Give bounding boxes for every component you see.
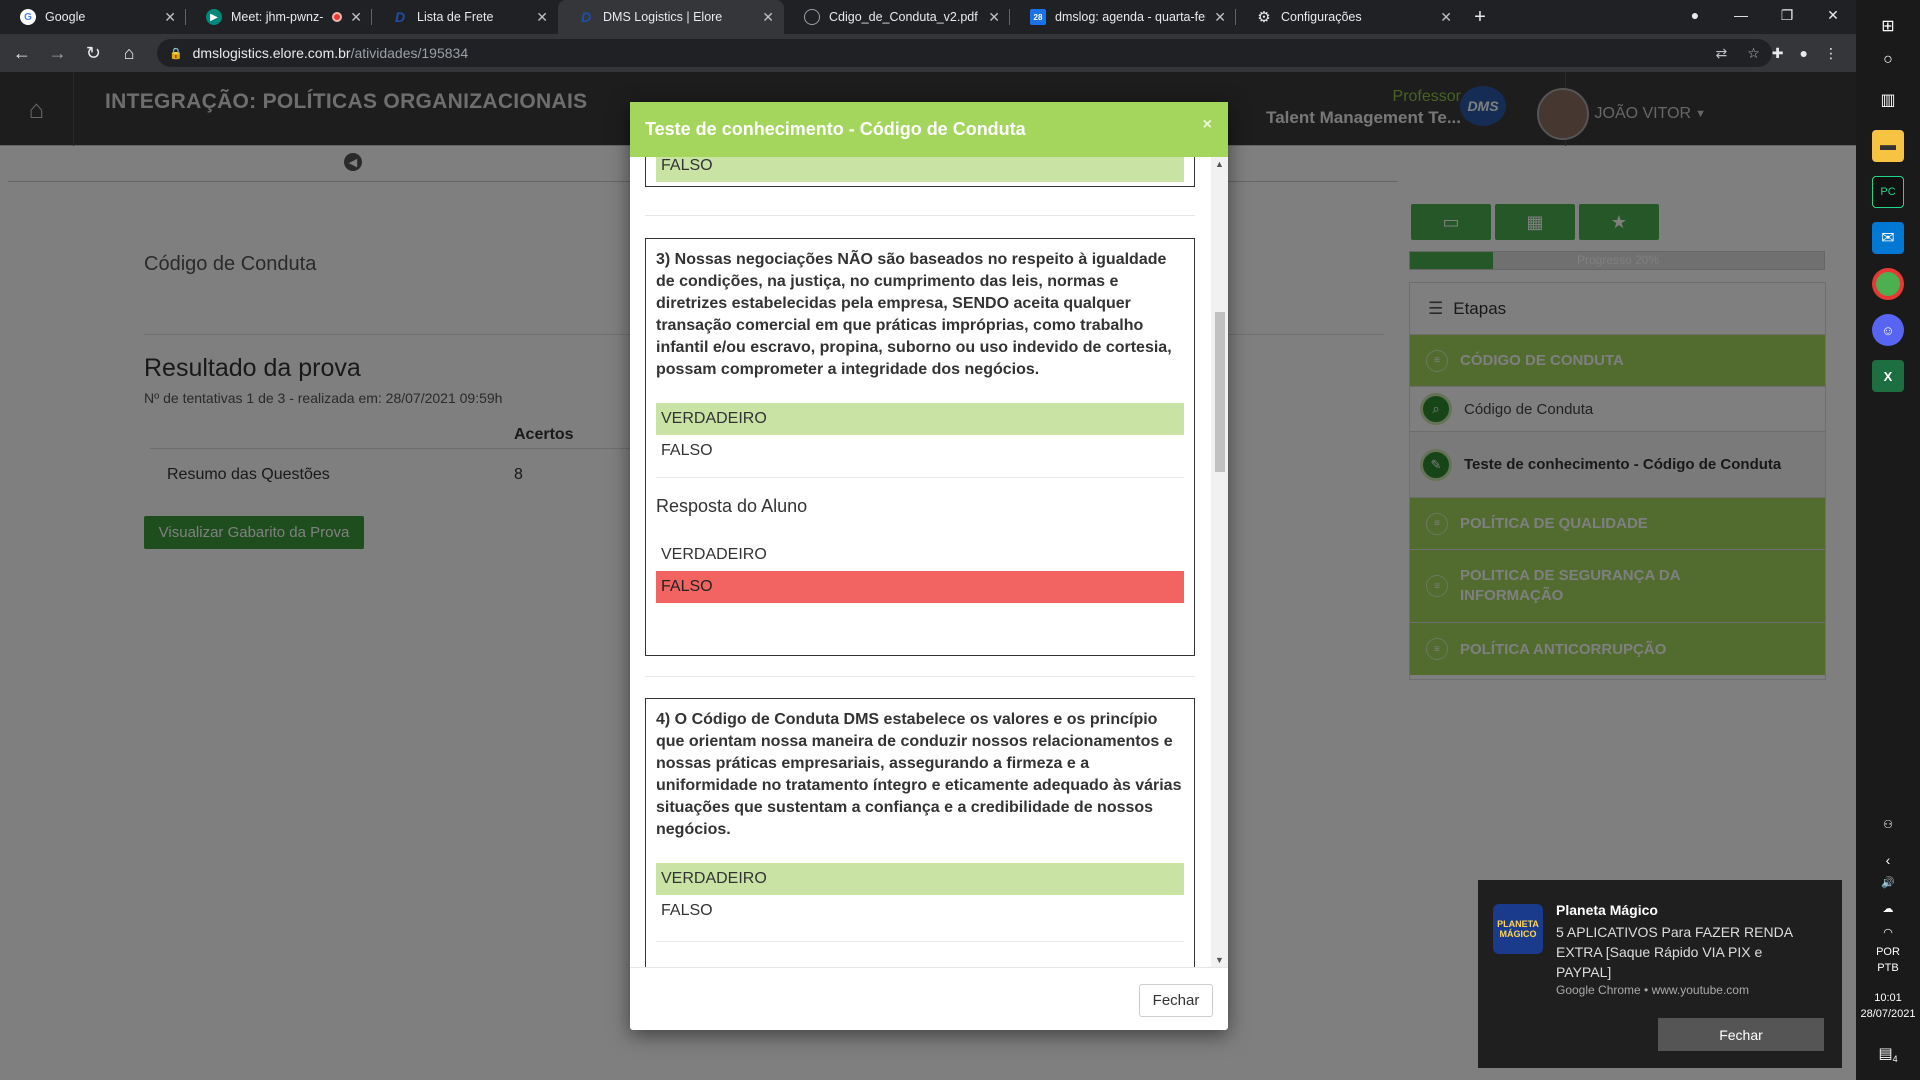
student-option-wrong: FALSO	[656, 571, 1184, 603]
close-tab-icon[interactable]: ✕	[350, 9, 362, 26]
window-controls: ● — ❐ ✕	[1672, 0, 1856, 34]
reload-button[interactable]: ↻	[79, 43, 107, 64]
question-2-box: FALSO	[645, 157, 1195, 187]
tab-google[interactable]: G Google ✕	[0, 0, 186, 34]
close-tab-icon[interactable]: ✕	[988, 9, 1000, 26]
bookmark-star-icon[interactable]: ☆	[1747, 45, 1760, 62]
cortana-icon[interactable]: ○	[1872, 44, 1904, 76]
answer-option-correct: VERDADEIRO	[656, 863, 1184, 895]
windows-taskbar: ⊞ ○ ▥ ▬ PC ✉ ☺ X ⚇ ‹ 🔊 ☁ ◠ POR PTB 10:01…	[1856, 0, 1920, 1080]
student-answer-label: Resposta do Aluno	[656, 496, 808, 516]
d-logo-icon: D	[394, 9, 406, 25]
forward-button[interactable]: →	[44, 43, 72, 64]
chrome-icon[interactable]	[1872, 268, 1904, 300]
mail-icon[interactable]: ✉	[1872, 222, 1904, 254]
minimize-button[interactable]: —	[1718, 0, 1764, 34]
people-icon[interactable]: ⚇	[1856, 818, 1920, 831]
meet-icon: ▶	[206, 9, 222, 25]
d-logo-icon: D	[580, 9, 592, 25]
browser-toolbar: ← → ↻ ⌂ 🔒 dmslogistics.elore.com.br/ativ…	[0, 34, 1856, 72]
close-tab-icon[interactable]: ✕	[1214, 9, 1226, 26]
tab-strip: G Google ✕ ▶ Meet: jhm-pwnz-kca ✕ D List…	[0, 0, 1856, 34]
close-tab-icon[interactable]: ✕	[1440, 9, 1452, 26]
close-modal-button[interactable]: Fechar	[1139, 984, 1213, 1017]
lock-icon: 🔒	[168, 47, 183, 60]
scroll-down-icon[interactable]: ▼	[1211, 955, 1228, 965]
close-tab-icon[interactable]: ✕	[762, 9, 774, 26]
task-view-icon[interactable]: ▥	[1872, 84, 1904, 116]
toast-message: 5 APLICATIVOS Para FAZER RENDA EXTRA [Sa…	[1556, 924, 1793, 980]
restore-button[interactable]: ❐	[1764, 0, 1810, 34]
chevron-left-icon[interactable]: ‹	[1856, 852, 1920, 868]
discord-icon[interactable]: ☺	[1872, 314, 1904, 346]
toast-title: Planeta Mágico	[1556, 902, 1658, 918]
tab-agenda[interactable]: 28 dmslog: agenda - quarta-feira, ✕	[1010, 0, 1236, 34]
modal-scrollbar[interactable]: ▲ ▼	[1211, 157, 1228, 967]
globe-icon	[804, 9, 820, 25]
tab-pdf[interactable]: Cdigo_de_Conduta_v2.pdf ✕	[784, 0, 1010, 34]
menu-dots-icon[interactable]: ⋮	[1824, 45, 1838, 62]
close-tab-icon[interactable]: ✕	[536, 9, 548, 26]
browser-chrome: G Google ✕ ▶ Meet: jhm-pwnz-kca ✕ D List…	[0, 0, 1856, 72]
scroll-up-icon[interactable]: ▲	[1211, 159, 1228, 169]
answer-option-correct: FALSO	[656, 157, 1184, 182]
cloud-icon[interactable]: ☁	[1856, 902, 1920, 915]
excel-icon[interactable]: X	[1872, 360, 1904, 392]
modal-body: FALSO 3) Nossas negociações NÃO são base…	[630, 157, 1228, 967]
home-button[interactable]: ⌂	[115, 43, 143, 64]
quiz-modal: Teste de conhecimento - Código de Condut…	[630, 102, 1228, 1030]
modal-footer: Fechar	[630, 967, 1228, 1030]
language-indicator[interactable]: POR	[1856, 946, 1920, 958]
question-4-box: 4) O Código de Conduta DMS estabelece os…	[645, 698, 1195, 967]
profile-avatar-icon[interactable]: ●	[1800, 45, 1808, 62]
toast-close-button[interactable]: Fechar	[1658, 1018, 1824, 1051]
pycharm-icon[interactable]: PC	[1872, 176, 1904, 208]
back-button[interactable]: ←	[8, 43, 36, 64]
toast-source: Google Chrome • www.youtube.com	[1556, 983, 1749, 997]
question-3-box: 3) Nossas negociações NÃO são baseados n…	[645, 238, 1195, 656]
notification-center-icon[interactable]: ▤4	[1856, 1044, 1920, 1064]
answer-option-correct: VERDADEIRO	[656, 403, 1184, 435]
address-bar[interactable]: 🔒 dmslogistics.elore.com.br/atividades/1…	[156, 39, 1772, 67]
gear-icon: ⚙	[1257, 9, 1271, 26]
tab-meet[interactable]: ▶ Meet: jhm-pwnz-kca ✕	[186, 0, 372, 34]
clock-time[interactable]: 10:01	[1856, 992, 1920, 1004]
translate-icon[interactable]: ⇄	[1716, 45, 1728, 62]
answer-option: FALSO	[661, 442, 713, 459]
profile-icon[interactable]: ●	[1672, 0, 1718, 34]
close-icon[interactable]: ×	[1203, 116, 1212, 134]
answer-option: FALSO	[661, 902, 713, 919]
google-icon: G	[20, 9, 36, 25]
start-icon[interactable]: ⊞	[1872, 10, 1904, 42]
tab-dms-logistics[interactable]: D DMS Logistics | Elore ✕	[558, 0, 784, 34]
file-explorer-icon[interactable]: ▬	[1872, 130, 1904, 162]
notification-toast[interactable]: PLANETA MÁGICO Planeta Mágico 5 APLICATI…	[1478, 880, 1842, 1068]
tab-lista-frete[interactable]: D Lista de Frete ✕	[372, 0, 558, 34]
modal-header: Teste de conhecimento - Código de Condut…	[630, 102, 1228, 157]
planeta-magico-icon: PLANETA MÁGICO	[1493, 904, 1543, 954]
close-tab-icon[interactable]: ✕	[164, 9, 176, 26]
question-3-text: 3) Nossas negociações NÃO são baseados n…	[656, 251, 1172, 378]
modal-title: Teste de conhecimento - Código de Condut…	[645, 119, 1026, 139]
volume-icon[interactable]: 🔊	[1856, 876, 1920, 889]
clock-date[interactable]: 28/07/2021	[1856, 1008, 1920, 1020]
wifi-icon[interactable]: ◠	[1856, 926, 1920, 939]
close-window-button[interactable]: ✕	[1810, 0, 1856, 34]
tab-configuracoes[interactable]: ⚙ Configurações ✕	[1236, 0, 1462, 34]
question-4-text: 4) O Código de Conduta DMS estabelece os…	[656, 711, 1182, 838]
scrollbar-thumb[interactable]	[1215, 312, 1225, 472]
new-tab-button[interactable]: +	[1462, 0, 1498, 34]
student-option: VERDADEIRO	[661, 546, 767, 563]
calendar-icon: 28	[1030, 9, 1046, 25]
extensions-icon[interactable]: ✚	[1772, 45, 1784, 62]
recording-icon	[332, 12, 343, 22]
keyboard-indicator[interactable]: PTB	[1856, 962, 1920, 974]
